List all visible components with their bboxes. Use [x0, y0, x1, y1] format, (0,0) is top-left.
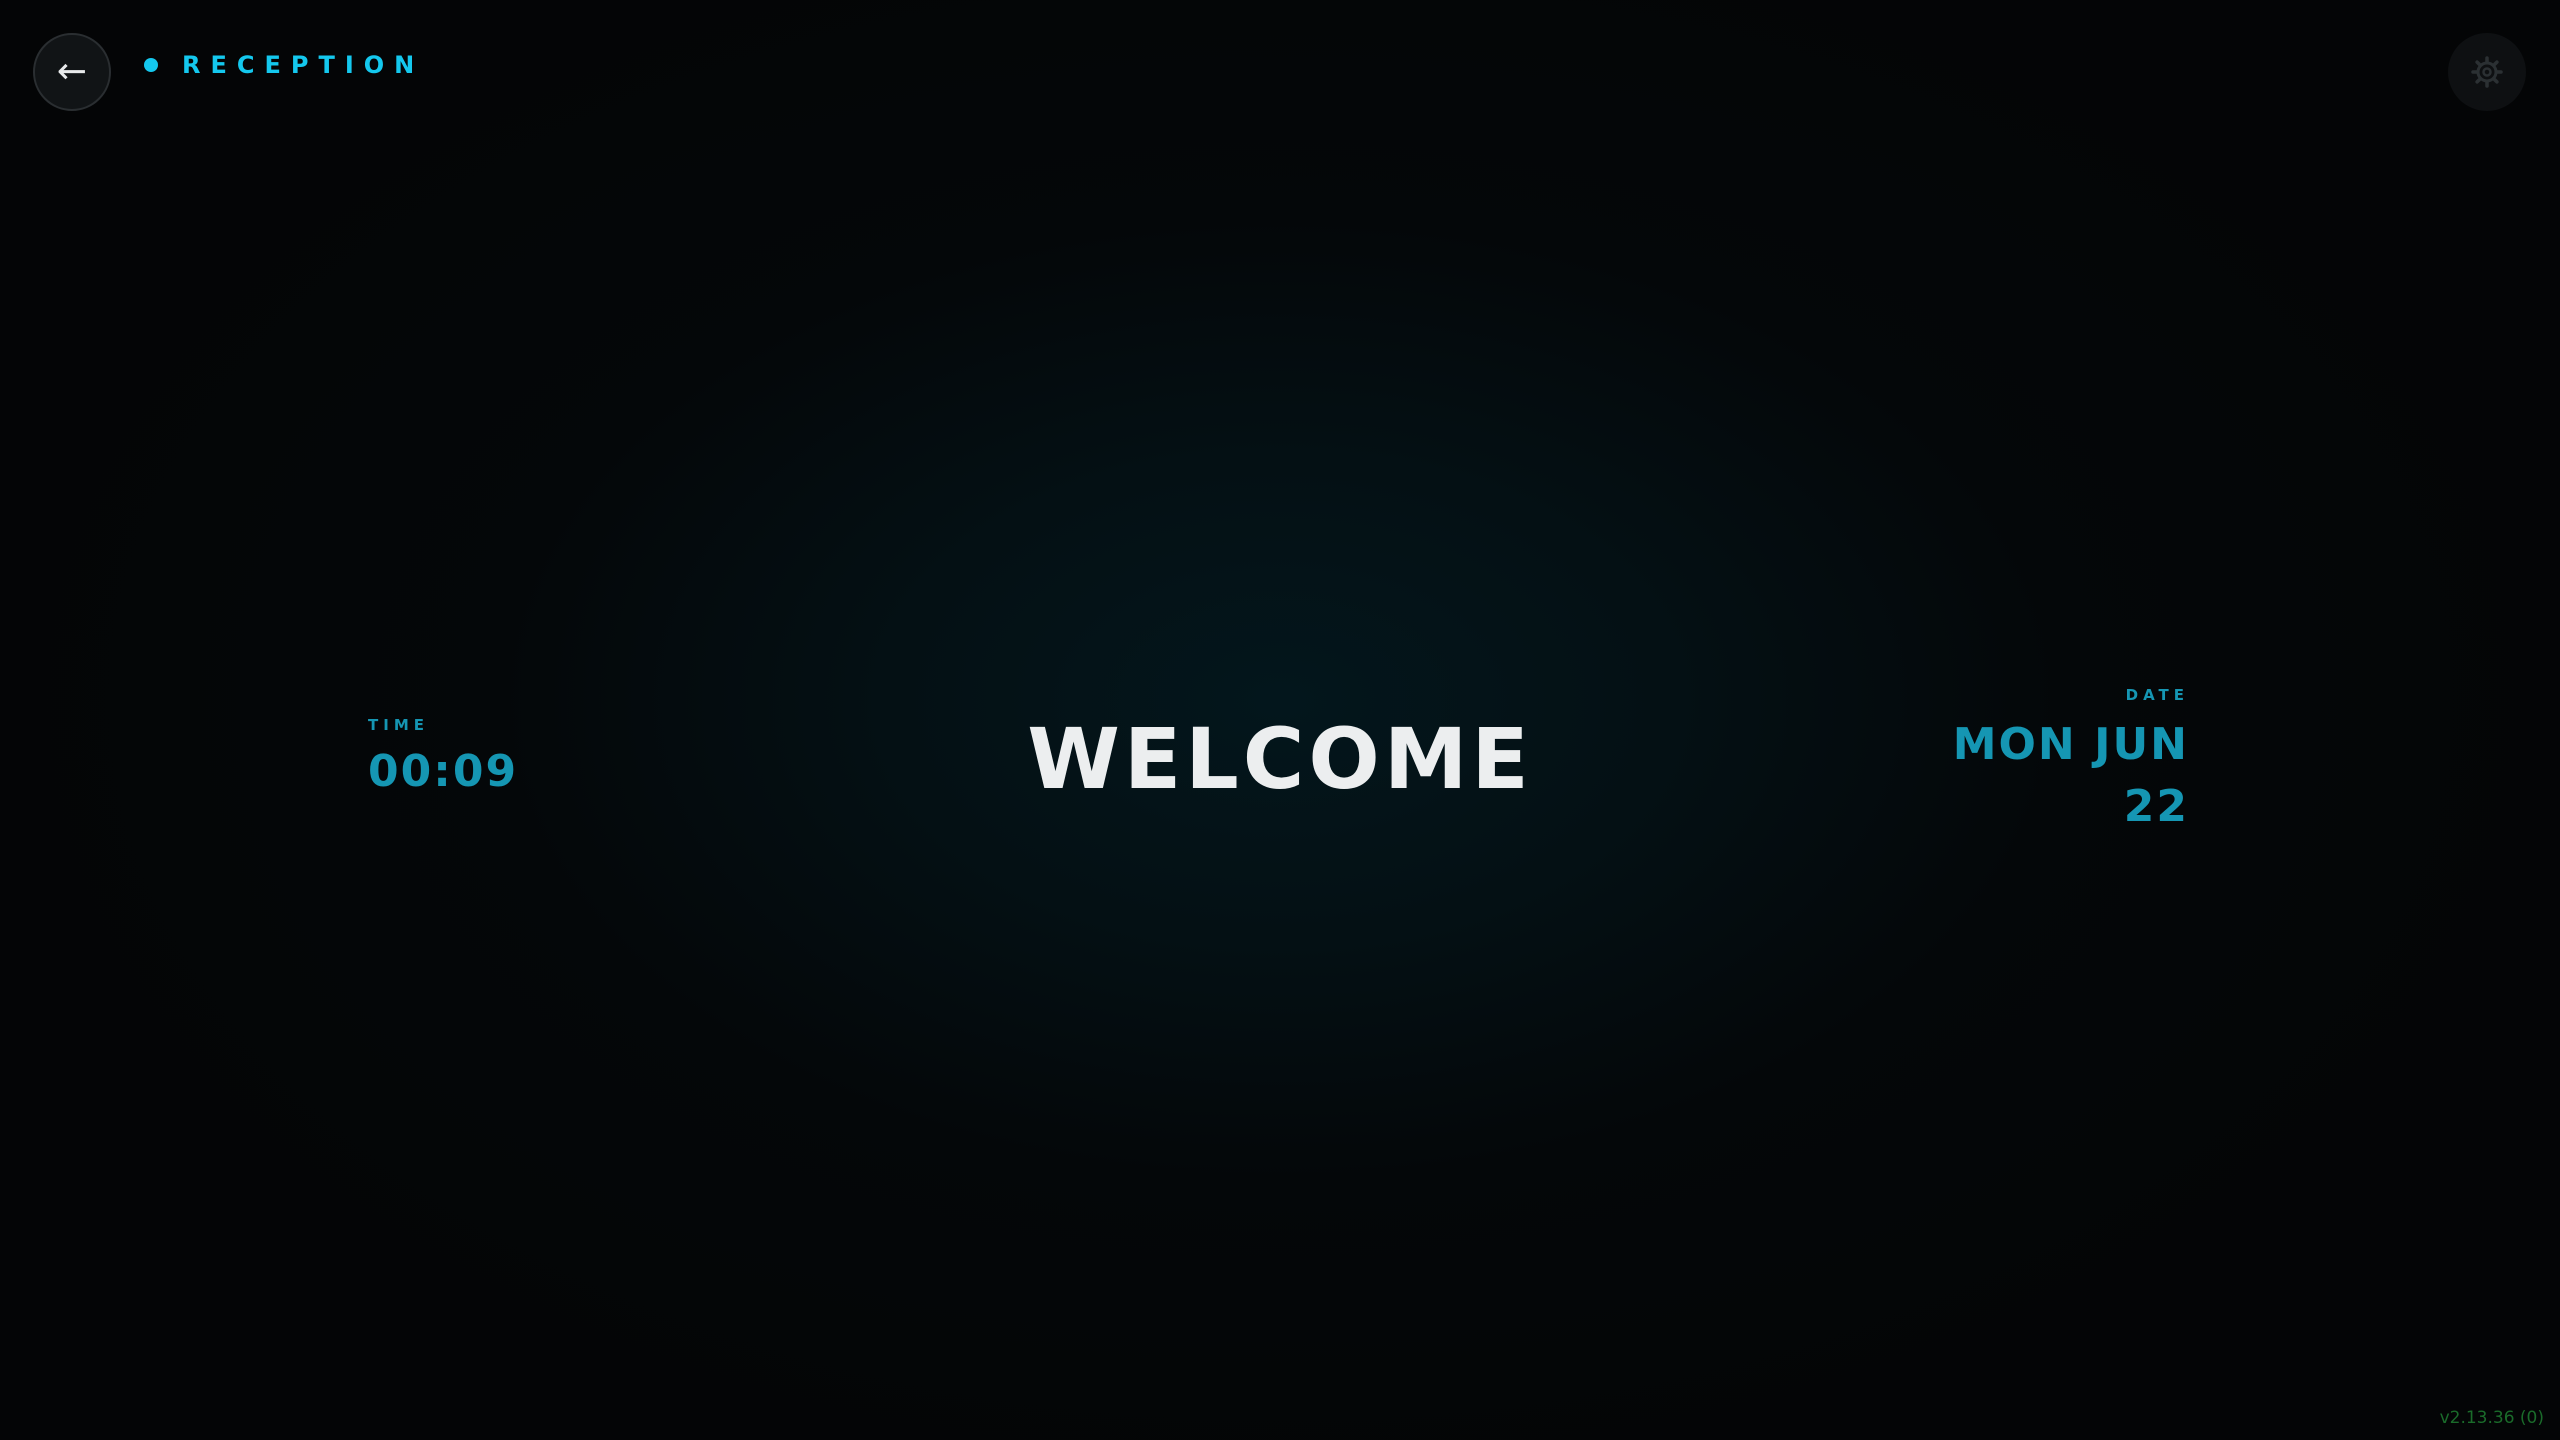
date-widget: DATE MON JUN 22 [1929, 686, 2189, 838]
date-value: MON JUN 22 [1952, 719, 2189, 832]
settings-button[interactable] [2448, 33, 2526, 111]
status-dot [144, 58, 158, 72]
location-label: RECEPTION [182, 51, 425, 79]
arrow-left-icon: ← [56, 51, 88, 92]
date-label: DATE [2125, 686, 2189, 704]
version-label: v2.13.36 (0) [2439, 1408, 2544, 1428]
gear-icon [2471, 56, 2503, 88]
location-indicator: RECEPTION [144, 48, 424, 82]
back-button[interactable]: ← [33, 33, 111, 111]
